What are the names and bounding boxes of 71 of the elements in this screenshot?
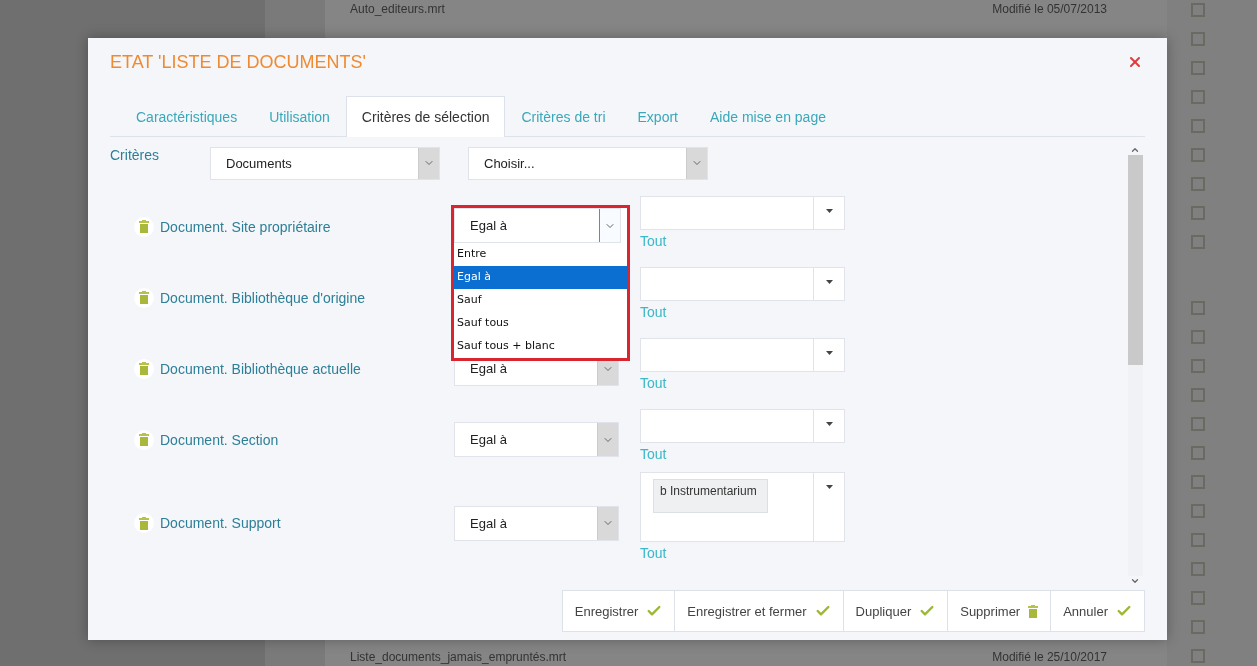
scrollbar[interactable] (1125, 145, 1145, 586)
checkbox[interactable] (1191, 446, 1205, 460)
checkbox[interactable] (1191, 562, 1205, 576)
value-field[interactable] (640, 409, 845, 443)
action-button[interactable]: Annuler (1050, 590, 1145, 632)
checkbox[interactable] (1191, 388, 1205, 402)
criterion-label: Document. Site propriétaire (160, 218, 331, 235)
checkbox[interactable] (1191, 475, 1205, 489)
file-name: Auto_editeurs.mrt (350, 2, 445, 16)
value-field[interactable] (640, 338, 845, 372)
checkbox[interactable] (1191, 32, 1205, 46)
checkbox[interactable] (1191, 649, 1205, 663)
criteria-label: Critères (110, 147, 160, 163)
caret-icon (825, 484, 833, 489)
checkbox[interactable] (1191, 504, 1205, 518)
criterion-label: Document. Support (160, 515, 281, 531)
checkbox[interactable] (1191, 533, 1205, 547)
caret-icon (825, 351, 833, 355)
caret-icon (825, 422, 833, 426)
scroll-up-icon (1130, 145, 1140, 155)
tab[interactable]: Critères de sélection (345, 96, 506, 137)
checkbox[interactable] (1191, 359, 1205, 373)
trash-icon (139, 291, 149, 304)
modified-date: Modifié le 25/10/2017 (992, 650, 1107, 664)
checkbox[interactable] (1191, 3, 1205, 17)
criterion-label: Document. Section (160, 431, 279, 448)
value-tag[interactable]: b Instrumentarium (653, 478, 768, 513)
delete-button[interactable] (134, 358, 154, 379)
dropdown-option[interactable]: Egal à (454, 266, 627, 289)
criterion-label: Document. Bibliothèque d'origine (160, 289, 366, 306)
dialog-title: ETAT 'LISTE DE DOCUMENTS' (110, 51, 366, 73)
caret-icon (825, 280, 833, 284)
checkbox[interactable] (1191, 235, 1205, 249)
checkbox[interactable] (1191, 330, 1205, 344)
close-icon (1127, 54, 1143, 70)
field-select[interactable]: Choisir... (468, 146, 708, 180)
modified-date: Modifié le 05/07/2013 (992, 2, 1107, 16)
scroll-down-icon (1130, 576, 1140, 586)
checkbox[interactable] (1191, 591, 1205, 605)
action-button[interactable]: Supprimer (947, 590, 1052, 632)
delete-button[interactable] (134, 287, 154, 308)
checkbox[interactable] (1191, 177, 1205, 191)
action-button[interactable]: Enregistrer et fermer (674, 590, 844, 632)
criterion-label: Document. Bibliothèque actuelle (160, 360, 361, 377)
checkbox[interactable] (1191, 620, 1205, 634)
checkbox[interactable] (1191, 61, 1205, 75)
value-field[interactable]: b Instrumentarium (640, 471, 845, 542)
operator-select[interactable]: Egal à (454, 505, 619, 541)
operator-select[interactable]: Egal à (454, 422, 619, 457)
value-field[interactable] (640, 267, 845, 301)
checkbox[interactable] (1191, 148, 1205, 162)
checkbox[interactable] (1191, 301, 1205, 315)
action-button[interactable]: Enregistrer (561, 590, 676, 632)
delete-button[interactable] (134, 429, 154, 450)
delete-button[interactable] (134, 216, 154, 237)
caret-icon (825, 209, 833, 213)
action-button[interactable]: Dupliquer (842, 590, 949, 632)
checkbox[interactable] (1191, 90, 1205, 104)
trash-icon (139, 220, 149, 233)
trash-icon (139, 516, 149, 530)
value-field[interactable] (640, 196, 845, 230)
entity-select[interactable]: Documents (210, 146, 440, 180)
checkbox[interactable] (1191, 206, 1205, 220)
checkbox[interactable] (1191, 119, 1205, 133)
file-name: Liste_documents_jamais_empruntés.mrt (350, 650, 567, 664)
trash-icon (139, 362, 149, 375)
trash-icon (139, 433, 149, 446)
operator-select[interactable]: Egal à (454, 208, 621, 243)
delete-button[interactable] (134, 513, 154, 533)
trash-icon (1028, 604, 1039, 618)
checkbox[interactable] (1191, 417, 1205, 431)
